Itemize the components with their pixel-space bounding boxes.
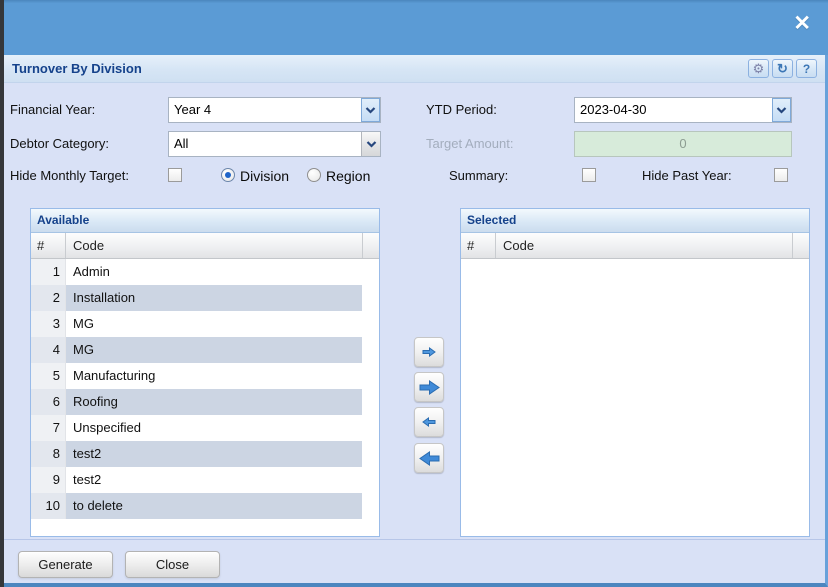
row-number: 5: [31, 363, 66, 389]
summary-label: Summary:: [449, 168, 509, 183]
arrow-left-double-icon: [418, 450, 439, 466]
financial-year-select[interactable]: Year 4: [168, 97, 381, 123]
row-code: Unspecified: [73, 420, 141, 435]
column-header-num[interactable]: #: [31, 233, 66, 258]
table-row[interactable]: 5 Manufacturing: [31, 363, 379, 389]
row-filler: [362, 493, 379, 519]
ytd-period-label: YTD Period:: [426, 102, 497, 117]
table-row[interactable]: 1 Admin: [31, 259, 379, 285]
turnover-dialog: Turnover By Division ⚙ ↻ ? Financial Yea…: [4, 55, 828, 587]
row-number: 4: [31, 337, 66, 363]
move-all-right-button[interactable]: [414, 372, 444, 402]
screen: ✕ Turnover By Division ⚙ ↻ ? Financial Y…: [0, 0, 828, 587]
column-header-num[interactable]: #: [461, 233, 496, 258]
division-radio-label[interactable]: Division: [240, 164, 289, 188]
row-code: MG: [73, 316, 94, 331]
chevron-down-icon[interactable]: [361, 132, 380, 156]
row-code: test2: [73, 472, 102, 487]
help-icon[interactable]: ?: [796, 59, 817, 78]
row-filler: [362, 389, 379, 415]
table-row[interactable]: 9 test2: [31, 467, 379, 493]
row-code: to delete: [66, 493, 362, 519]
region-radio[interactable]: [307, 168, 321, 182]
row-code: Roofing: [66, 389, 362, 415]
table-row[interactable]: 10 to delete: [31, 493, 379, 519]
hide-monthly-target-label: Hide Monthly Target:: [10, 168, 129, 183]
available-grid-body: 1 Admin 2 Installation 3 MG 4 MG 5 Manufacturing 6…: [31, 259, 379, 536]
column-header-filler: [362, 233, 379, 258]
selected-panel: Selected # Code: [460, 208, 810, 537]
table-row[interactable]: 7 Unspecified: [31, 415, 379, 441]
table-row[interactable]: 4 MG: [31, 337, 379, 363]
column-header-filler: [792, 233, 809, 258]
row-number: 7: [31, 415, 66, 441]
debtor-category-label: Debtor Category:: [10, 136, 109, 151]
table-row[interactable]: 3 MG: [31, 311, 379, 337]
region-radio-label[interactable]: Region: [326, 164, 370, 188]
row-code: Installation: [66, 285, 362, 311]
selected-grid-header: # Code: [461, 233, 809, 259]
row-filler: [362, 285, 379, 311]
table-row[interactable]: 2 Installation: [31, 285, 379, 311]
chevron-down-icon[interactable]: [772, 98, 791, 122]
row-filler: [362, 415, 379, 441]
gear-icon[interactable]: ⚙: [748, 59, 769, 78]
generate-button[interactable]: Generate: [18, 551, 113, 578]
selected-panel-title: Selected: [461, 209, 809, 233]
target-amount-field: 0: [574, 131, 792, 157]
row-filler: [362, 441, 379, 467]
table-row[interactable]: 6 Roofing: [31, 389, 379, 415]
row-code: Manufacturing: [73, 368, 156, 383]
row-number: 10: [31, 493, 66, 519]
ytd-period-select[interactable]: 2023-04-30: [574, 97, 792, 123]
row-filler: [362, 337, 379, 363]
hide-past-year-label: Hide Past Year:: [642, 168, 732, 183]
available-grid-header: # Code: [31, 233, 379, 259]
dialog-titlebar: Turnover By Division ⚙ ↻ ?: [4, 55, 825, 83]
financial-year-value: Year 4: [174, 102, 212, 117]
footer-separator: [4, 539, 825, 540]
refresh-icon[interactable]: ↻: [772, 59, 793, 78]
titlebar-tools: ⚙ ↻ ?: [748, 59, 817, 78]
target-amount-label: Target Amount:: [426, 136, 514, 151]
arrow-left-icon: [422, 417, 436, 427]
hide-past-year-checkbox[interactable]: [774, 168, 788, 182]
row-filler: [362, 467, 379, 493]
row-code: test2: [66, 441, 362, 467]
division-radio[interactable]: [221, 168, 235, 182]
hide-monthly-target-checkbox[interactable]: [168, 168, 182, 182]
arrow-right-icon: [422, 347, 436, 357]
move-right-button[interactable]: [414, 337, 444, 367]
available-panel: Available # Code 1 Admin 2 Installation 3 MG 4…: [30, 208, 380, 537]
move-all-left-button[interactable]: [414, 443, 444, 473]
debtor-category-value: All: [174, 136, 189, 151]
row-filler: [362, 311, 379, 337]
close-button[interactable]: Close: [125, 551, 220, 578]
selected-grid-body: [461, 259, 809, 536]
ytd-period-value: 2023-04-30: [580, 102, 647, 117]
row-code: Admin: [73, 264, 110, 279]
page-title: Turnover By Division: [12, 61, 142, 76]
summary-checkbox[interactable]: [582, 168, 596, 182]
financial-year-label: Financial Year:: [10, 102, 96, 117]
close-icon[interactable]: ✕: [793, 13, 811, 34]
row-filler: [362, 363, 379, 389]
row-number: 2: [31, 285, 66, 311]
row-number: 9: [31, 467, 66, 493]
row-code: MG: [66, 337, 362, 363]
available-panel-title: Available: [31, 209, 379, 233]
row-number: 3: [31, 311, 66, 337]
row-number: 8: [31, 441, 66, 467]
row-number: 1: [31, 259, 66, 285]
column-header-code[interactable]: Code: [66, 233, 362, 258]
arrow-right-double-icon: [419, 379, 440, 395]
column-header-code[interactable]: Code: [496, 233, 792, 258]
move-left-button[interactable]: [414, 407, 444, 437]
chevron-down-icon[interactable]: [361, 98, 380, 122]
window-header: ✕: [4, 0, 828, 55]
row-number: 6: [31, 389, 66, 415]
debtor-category-select[interactable]: All: [168, 131, 381, 157]
row-filler: [362, 259, 379, 285]
table-row[interactable]: 8 test2: [31, 441, 379, 467]
